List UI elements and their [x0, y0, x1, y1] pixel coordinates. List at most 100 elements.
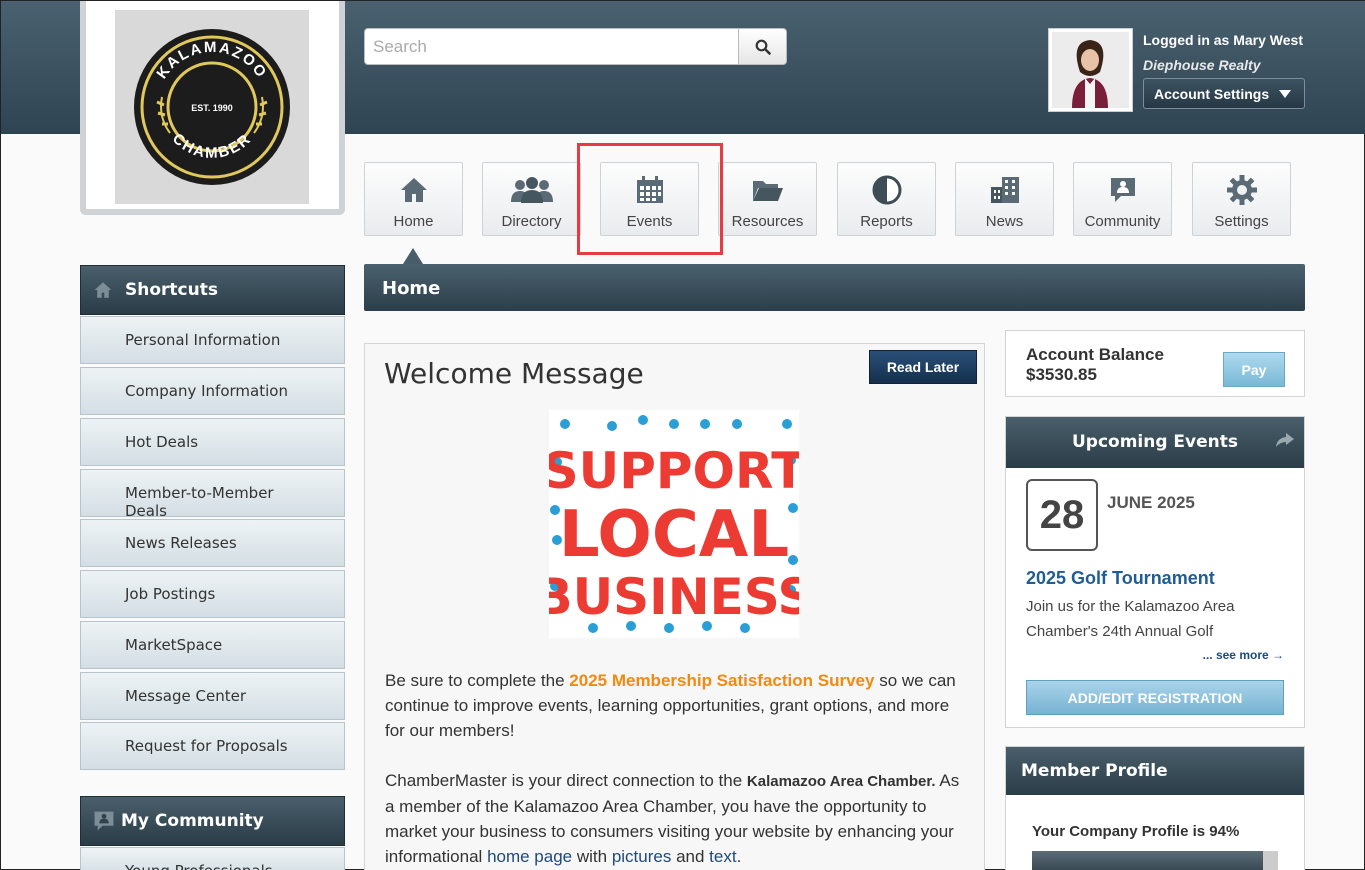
- sidebar-item-label: Personal Information: [125, 331, 281, 349]
- welcome-title: Welcome Message: [384, 357, 644, 390]
- member-profile-header: Member Profile: [1006, 747, 1304, 795]
- chamber-logo: KALAMAZOO CHAMBER EST. 1990: [115, 10, 309, 204]
- chat-person-icon: [1110, 178, 1135, 202]
- account-settings-label: Account Settings: [1154, 85, 1270, 102]
- search-button[interactable]: [739, 28, 787, 65]
- welcome-text: .: [736, 847, 742, 866]
- survey-link[interactable]: 2025 Membership Satisfaction Survey: [569, 671, 874, 690]
- event-description: Join us for the Kalamazoo Area Chamber's…: [1026, 598, 1235, 640]
- sidebar-item-label: MarketSpace: [125, 636, 223, 654]
- sidebar-item-news-releases[interactable]: News Releases: [80, 519, 345, 567]
- welcome-text: ChamberMaster is your direct connection …: [385, 771, 747, 790]
- event-date-day: 28: [1026, 479, 1098, 551]
- chamber-name: Kalamazoo Area Chamber.: [746, 773, 936, 790]
- my-community-title: My Community: [121, 811, 264, 831]
- tab-community-label: Community: [1084, 213, 1161, 230]
- chamber-logo-seal: KALAMAZOO CHAMBER EST. 1990: [134, 29, 290, 185]
- sidebar-item-marketspace[interactable]: MarketSpace: [80, 621, 345, 669]
- welcome-panel: Welcome Message Read Later SUPPORT LOCAL…: [364, 343, 985, 870]
- page-title: Home: [382, 278, 441, 299]
- tab-settings-label: Settings: [1214, 213, 1269, 230]
- event-date-month: JUNE 2025: [1107, 493, 1195, 512]
- see-more-link[interactable]: ... see more →: [1203, 648, 1284, 662]
- welcome-paragraph-2: ChamberMaster is your direct connection …: [385, 768, 970, 869]
- tab-reports-label: Reports: [860, 213, 913, 230]
- share-arrow-icon[interactable]: [1276, 433, 1294, 447]
- tab-community[interactable]: Community: [1073, 162, 1172, 236]
- logged-in-label: Logged in as Mary West: [1143, 32, 1303, 48]
- search-bar: [364, 28, 787, 65]
- events-highlight-box: [577, 143, 723, 255]
- sidebar-item-personal-information[interactable]: Personal Information: [80, 316, 345, 364]
- tab-resources-label: Resources: [731, 213, 804, 230]
- sidebar-item-label: Message Center: [125, 687, 246, 705]
- home-page-link[interactable]: home page: [487, 847, 572, 866]
- chevron-down-icon: [1279, 89, 1292, 98]
- building-icon: [990, 177, 1019, 203]
- tab-settings[interactable]: Settings: [1192, 162, 1291, 236]
- sidebar-item-hot-deals[interactable]: Hot Deals: [80, 418, 345, 466]
- sidebar-item-message-center[interactable]: Message Center: [80, 672, 345, 720]
- upcoming-events-panel: Upcoming Events 28 JUNE 2025 2025 Golf T…: [1005, 416, 1305, 728]
- sidebar-item-label: News Releases: [125, 534, 237, 552]
- sidebar-item-label: Company Information: [125, 382, 288, 400]
- tab-resources[interactable]: Resources: [718, 162, 817, 236]
- text-link[interactable]: text: [709, 847, 736, 866]
- account-balance-label: Account Balance: [1026, 345, 1164, 364]
- sidebar-item-company-information[interactable]: Company Information: [80, 367, 345, 415]
- member-profile-panel: Member Profile Your Company Profile is 9…: [1005, 746, 1305, 870]
- page-title-bar: Home: [364, 264, 1305, 311]
- chat-person-icon: [94, 811, 114, 831]
- tab-news[interactable]: News: [955, 162, 1054, 236]
- sidebar-item-member-deals[interactable]: Member-to-Member Deals: [80, 469, 345, 520]
- upcoming-events-title: Upcoming Events: [1071, 432, 1239, 452]
- svg-text:BUSINESS: BUSINESS: [549, 568, 799, 626]
- account-balance-panel: Account Balance $3530.85 Pay: [1005, 330, 1305, 397]
- people-icon: [510, 177, 553, 203]
- add-edit-registration-button[interactable]: ADD/EDIT REGISTRATION: [1026, 680, 1284, 715]
- support-local-business-image: SUPPORT LOCAL BUSINESS: [549, 410, 799, 638]
- welcome-text: Be sure to complete the: [385, 671, 570, 690]
- shortcuts-header: Shortcuts: [80, 265, 345, 315]
- tab-home[interactable]: Home: [364, 162, 463, 236]
- home-icon: [94, 282, 112, 298]
- tab-home-label: Home: [393, 213, 434, 230]
- sidebar-item-request-for-proposals[interactable]: Request for Proposals: [80, 722, 345, 770]
- chamber-logo-card[interactable]: KALAMAZOO CHAMBER EST. 1990: [80, 1, 345, 215]
- welcome-paragraph-1: Be sure to complete the 2025 Membership …: [385, 668, 970, 743]
- profile-completion-bar: [1032, 851, 1278, 870]
- user-avatar[interactable]: [1048, 28, 1133, 112]
- company-name: Diephouse Realty: [1143, 57, 1261, 73]
- svg-text:SUPPORT: SUPPORT: [549, 442, 799, 500]
- tab-reports[interactable]: Reports: [837, 162, 936, 236]
- welcome-text: and: [671, 847, 710, 866]
- sidebar-item-community-group[interactable]: Young Professionals 2025: [80, 847, 345, 870]
- tab-directory-label: Directory: [501, 213, 562, 230]
- profile-completion-text: Your Company Profile is 94%: [1032, 823, 1240, 840]
- tab-directory[interactable]: Directory: [482, 162, 581, 236]
- folder-icon: [752, 181, 783, 201]
- read-later-button[interactable]: Read Later: [869, 350, 977, 384]
- shortcuts-title: Shortcuts: [125, 280, 218, 300]
- active-tab-pointer: [403, 248, 423, 264]
- account-settings-button[interactable]: Account Settings: [1143, 78, 1305, 109]
- tab-news-label: News: [985, 213, 1024, 230]
- pictures-link[interactable]: pictures: [612, 847, 672, 866]
- search-input[interactable]: [364, 28, 739, 65]
- event-title-link[interactable]: 2025 Golf Tournament: [1026, 568, 1215, 589]
- profile-completion-fill: [1032, 851, 1264, 870]
- welcome-text: with: [572, 847, 612, 866]
- member-profile-title: Member Profile: [1021, 761, 1168, 781]
- pie-chart-icon: [872, 175, 901, 205]
- home-icon: [400, 178, 427, 202]
- sidebar-item-label: Member-to-Member Deals: [125, 484, 274, 520]
- sidebar-item-label: Hot Deals: [125, 433, 199, 451]
- pay-button[interactable]: Pay: [1223, 352, 1285, 387]
- sidebar-item-job-postings[interactable]: Job Postings: [80, 570, 345, 618]
- sidebar-item-label: Job Postings: [125, 585, 216, 603]
- svg-text:EST. 1990: EST. 1990: [191, 103, 233, 113]
- search-icon: [755, 39, 771, 55]
- upcoming-events-header: Upcoming Events: [1006, 417, 1304, 468]
- user-portrait: [1052, 32, 1129, 108]
- gear-icon: [1226, 175, 1257, 205]
